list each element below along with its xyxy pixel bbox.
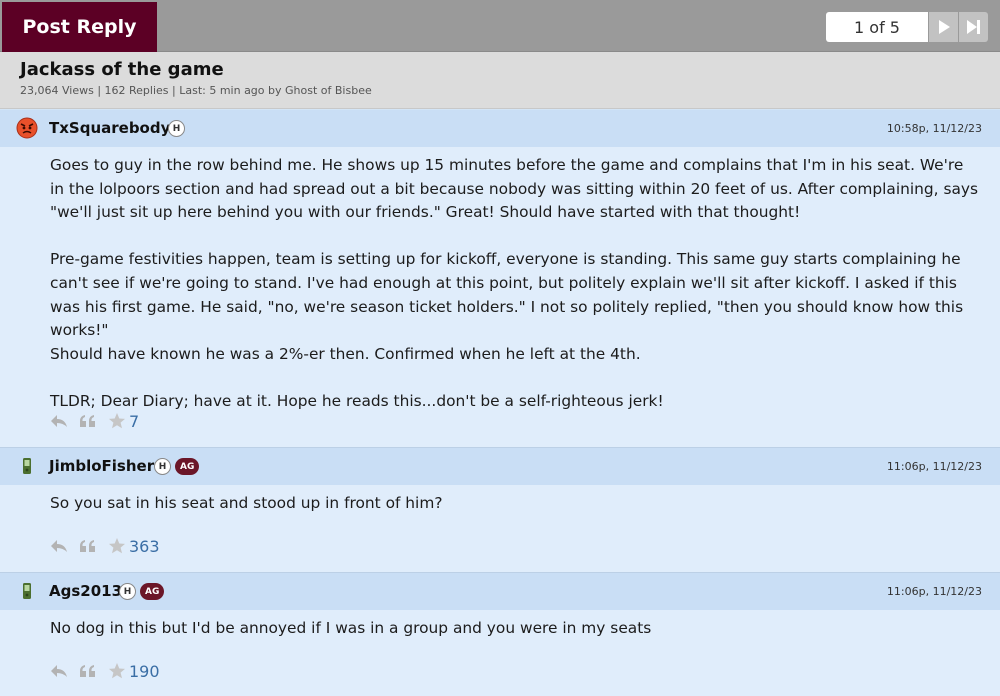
post-body: So you sat in his seat and stood up in f…	[0, 485, 1000, 516]
badge-h: H	[119, 583, 136, 600]
mobile-phone-icon	[23, 583, 31, 599]
user-badges: H	[168, 120, 185, 137]
play-icon	[938, 20, 950, 34]
post-header: JimbloFisher H AG 11:06p, 11/12/23	[0, 448, 1000, 485]
post: JimbloFisher H AG 11:06p, 11/12/23 So yo…	[0, 448, 1000, 573]
post-paragraph: So you sat in his seat and stood up in f…	[50, 494, 443, 512]
mobile-phone-icon	[23, 458, 31, 474]
thread-title: Jackass of the game	[20, 59, 224, 80]
avatar[interactable]	[16, 117, 38, 139]
badge-ag: AG	[175, 458, 200, 475]
user-badges: H AG	[154, 458, 200, 475]
post-timestamp[interactable]: 11:06p, 11/12/23	[887, 448, 982, 485]
username[interactable]: JimbloFisher	[49, 448, 154, 485]
post-header: TxSquarebody H 10:58p, 11/12/23	[0, 110, 1000, 147]
post-actions: 7	[50, 410, 139, 432]
post-paragraph: TLDR; Dear Diary; have at it. Hope he re…	[50, 391, 664, 410]
post: TxSquarebody H 10:58p, 11/12/23 Goes to …	[0, 110, 1000, 448]
angry-face-icon	[16, 117, 38, 139]
badge-h: H	[154, 458, 171, 475]
badge-ag: AG	[140, 583, 165, 600]
reply-button[interactable]	[50, 412, 68, 430]
post-body: No dog in this but I'd be annoyed if I w…	[0, 610, 1000, 641]
quote-button[interactable]	[79, 662, 97, 680]
thread-header: Jackass of the game 23,064 Views | 162 R…	[0, 52, 1000, 109]
star-icon	[109, 413, 125, 429]
post-paragraph: Goes to guy in the row behind me. He sho…	[50, 156, 983, 222]
pagination: 1 of 5	[826, 12, 988, 42]
reply-icon	[51, 665, 67, 677]
reply-icon	[51, 540, 67, 552]
star-icon	[109, 663, 125, 679]
post-paragraph: Pre-game festivities happen, team is set…	[50, 250, 964, 363]
thread-meta: 23,064 Views | 162 Replies | Last: 5 min…	[20, 84, 372, 97]
page-indicator[interactable]: 1 of 5	[826, 12, 928, 42]
post-paragraph: No dog in this but I'd be annoyed if I w…	[50, 619, 652, 637]
post: Ags2013 H AG 11:06p, 11/12/23 No dog in …	[0, 573, 1000, 696]
post-body: Goes to guy in the row behind me. He sho…	[0, 147, 1000, 414]
post-actions: 190	[50, 660, 160, 682]
avatar[interactable]	[16, 455, 38, 477]
username[interactable]: Ags2013	[49, 573, 122, 610]
post-timestamp[interactable]: 10:58p, 11/12/23	[887, 110, 982, 147]
star-button[interactable]	[108, 412, 126, 430]
reply-button[interactable]	[50, 662, 68, 680]
top-toolbar: Post Reply 1 of 5	[0, 0, 1000, 52]
quote-icon	[80, 415, 95, 427]
last-page-button[interactable]	[959, 12, 988, 42]
skip-end-icon	[966, 20, 980, 34]
star-button[interactable]	[108, 662, 126, 680]
post-timestamp[interactable]: 11:06p, 11/12/23	[887, 573, 982, 610]
reply-icon	[51, 415, 67, 427]
quote-icon	[80, 540, 95, 552]
username[interactable]: TxSquarebody	[49, 110, 170, 147]
like-count[interactable]: 7	[129, 412, 139, 431]
post-header: Ags2013 H AG 11:06p, 11/12/23	[0, 573, 1000, 610]
badge-h: H	[168, 120, 185, 137]
like-count[interactable]: 363	[129, 537, 160, 556]
quote-button[interactable]	[79, 412, 97, 430]
post-actions: 363	[50, 535, 160, 557]
reply-button[interactable]	[50, 537, 68, 555]
user-badges: H AG	[119, 583, 165, 600]
star-button[interactable]	[108, 537, 126, 555]
next-page-button[interactable]	[929, 12, 958, 42]
avatar[interactable]	[16, 580, 38, 602]
post-reply-button[interactable]: Post Reply	[2, 2, 157, 52]
like-count[interactable]: 190	[129, 662, 160, 681]
quote-icon	[80, 665, 95, 677]
star-icon	[109, 538, 125, 554]
quote-button[interactable]	[79, 537, 97, 555]
